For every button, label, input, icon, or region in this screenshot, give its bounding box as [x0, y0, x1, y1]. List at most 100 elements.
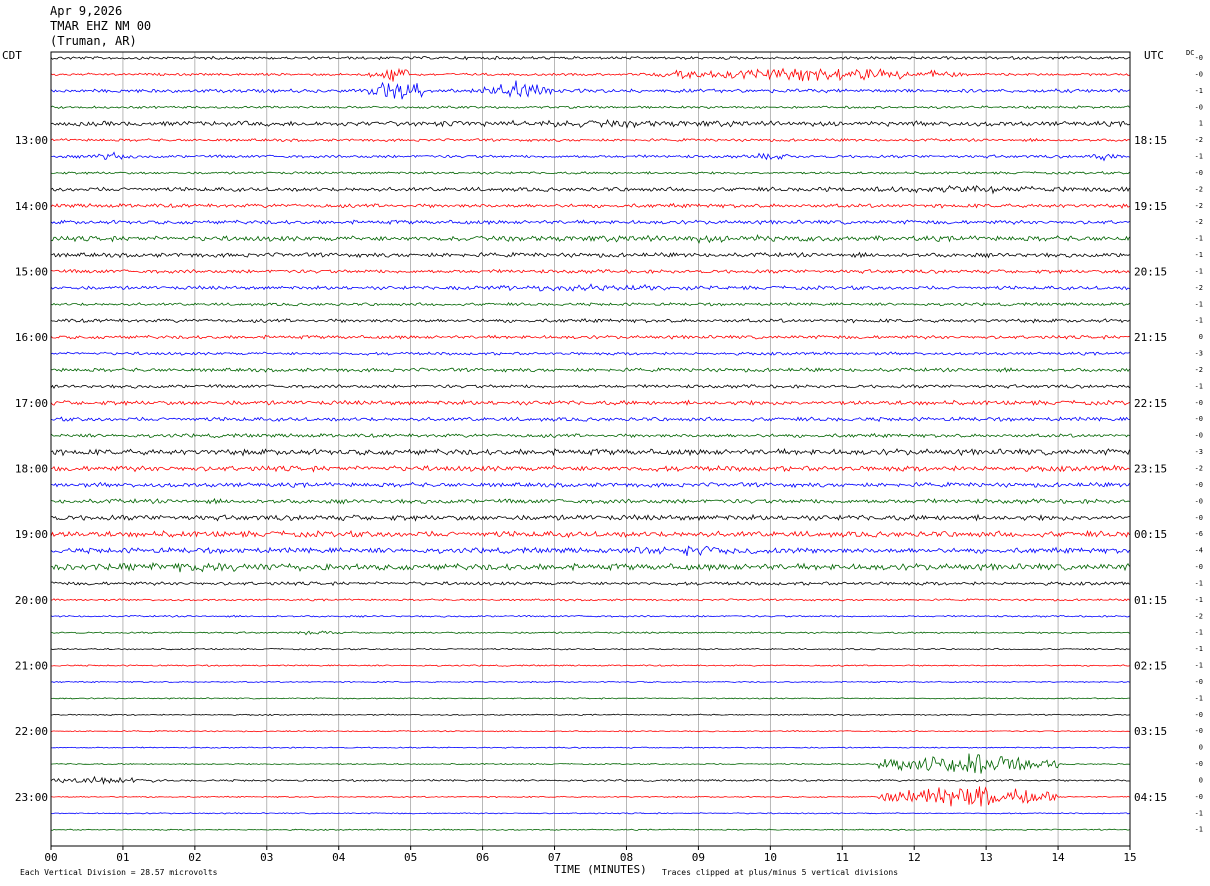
trace-row-19: [50, 367, 1130, 373]
utc-label: 04:15: [1134, 791, 1167, 804]
trace-row-17: [50, 334, 1130, 340]
trace-row-4: [50, 118, 1130, 129]
trace-row-6: [50, 151, 1130, 162]
dc-offset-label: -0: [1195, 497, 1203, 505]
dc-offset-label: -0: [1195, 563, 1203, 571]
cdt-label: 14:00: [15, 200, 48, 213]
cdt-label: 17:00: [15, 397, 48, 410]
trace-row-44: [50, 775, 1130, 785]
dc-offset-label: -1: [1195, 235, 1203, 243]
dc-offset-label: -6: [1195, 530, 1203, 538]
x-tick-label: 09: [692, 851, 705, 864]
trace-row-7: [50, 171, 1130, 175]
utc-label: 00:15: [1134, 528, 1167, 541]
trace-row-41: [50, 730, 1130, 733]
dc-offset-label: -2: [1195, 366, 1203, 374]
x-tick-label: 05: [404, 851, 417, 864]
dc-offset-label: -1: [1195, 87, 1203, 95]
left-timezone-label: CDT: [2, 49, 22, 62]
x-tick-label: 01: [116, 851, 129, 864]
trace-row-2: [50, 80, 1130, 100]
dc-offset-label: -1: [1195, 317, 1203, 325]
utc-label: 03:15: [1134, 725, 1167, 738]
dc-offset-label: 0: [1199, 776, 1203, 784]
dc-offset-label: -2: [1195, 284, 1203, 292]
cdt-label: 15:00: [15, 265, 48, 278]
x-tick-label: 15: [1123, 851, 1136, 864]
cdt-label: 19:00: [15, 528, 48, 541]
trace-row-40: [50, 713, 1130, 716]
trace-row-38: [50, 680, 1130, 684]
x-tick-label: 04: [332, 851, 346, 864]
trace-row-46: [50, 812, 1130, 815]
x-tick-label: 06: [476, 851, 489, 864]
dc-offset-label: -2: [1195, 136, 1203, 144]
trace-row-23: [50, 432, 1130, 439]
trace-row-5: [50, 137, 1130, 143]
trace-row-0: [50, 55, 1130, 61]
x-tick-label: 13: [980, 851, 993, 864]
dc-offset-label: -1: [1195, 300, 1203, 308]
trace-row-26: [50, 481, 1130, 489]
dc-offset-label: -1: [1195, 629, 1203, 637]
dc-offset-labels: -0 -0 -1 -0 1 -2 -1 -0 -2 -2 -2 -1 -1 -1 -2 -1 -1 0 -3 -2 -1…: [1195, 54, 1203, 834]
dc-offset-label: -0: [1195, 793, 1203, 801]
trace-row-36: [50, 647, 1130, 651]
dc-offset-label: -1: [1195, 267, 1203, 275]
minute-grid: [50, 52, 1131, 846]
trace-row-43: [50, 753, 1130, 774]
right-timezone-label: UTC: [1144, 49, 1164, 62]
dc-offset-label: -1: [1195, 662, 1203, 670]
trace-row-28: [50, 513, 1130, 522]
cdt-label: 23:00: [15, 791, 48, 804]
dc-offset-label: -0: [1195, 432, 1203, 440]
dc-offset-label: -3: [1195, 350, 1203, 358]
dc-offset-label: -1: [1195, 826, 1203, 834]
trace-row-31: [51, 561, 1130, 573]
x-tick-label: 12: [908, 851, 921, 864]
trace-row-32: [50, 581, 1130, 587]
header-date: Apr 9,2026: [50, 4, 123, 18]
utc-label: 18:15: [1134, 134, 1167, 147]
trace-row-15: [50, 302, 1130, 307]
dc-offset-label: -0: [1195, 415, 1203, 423]
dc-offset-label: -2: [1195, 218, 1203, 226]
trace-row-45: [50, 786, 1130, 807]
dc-offset-label: -0: [1195, 514, 1203, 522]
trace-row-33: [50, 598, 1130, 602]
dc-offset-label: -0: [1195, 711, 1203, 719]
dc-offset-label: -0: [1195, 760, 1203, 768]
trace-row-10: [50, 219, 1130, 226]
trace-row-3: [50, 105, 1130, 110]
trace-row-11: [50, 233, 1130, 244]
x-tick-label: 03: [260, 851, 273, 864]
cdt-label: 18:00: [15, 463, 48, 476]
trace-row-34: [50, 614, 1130, 618]
utc-label: 23:15: [1134, 463, 1167, 476]
trace-row-13: [50, 268, 1130, 275]
trace-row-27: [50, 497, 1130, 505]
trace-row-16: [50, 317, 1130, 324]
plot-border: [50, 51, 1131, 847]
utc-label: 21:15: [1134, 331, 1167, 344]
trace-row-42: [50, 746, 1130, 749]
cdt-label: 13:00: [15, 134, 48, 147]
helicorder-plot: 13:00 14:00 15:00 16:00 17:00 18:00 19:00 20:00…: [15, 51, 1203, 864]
dc-offset-label: -2: [1195, 202, 1203, 210]
dc-header-label: DC: [1186, 49, 1195, 57]
dc-offset-label: -1: [1195, 382, 1203, 390]
trace-row-47: [50, 828, 1130, 831]
trace-row-35: [50, 630, 1130, 636]
utc-label: 02:15: [1134, 660, 1167, 673]
dc-offset-label: -1: [1195, 645, 1203, 653]
cdt-label: 21:00: [15, 660, 48, 673]
dc-offset-label: -1: [1195, 694, 1203, 702]
x-tick-label: 02: [188, 851, 201, 864]
cdt-time-labels: 13:00 14:00 15:00 16:00 17:00 18:00 19:00 20:00…: [15, 134, 48, 804]
x-tick-label: 14: [1051, 851, 1065, 864]
seismic-traces: [50, 55, 1130, 831]
dc-offset-label: -1: [1195, 596, 1203, 604]
trace-row-18: [50, 351, 1130, 356]
header-station: TMAR EHZ NM 00: [50, 19, 152, 33]
dc-offset-label: -1: [1195, 809, 1203, 817]
